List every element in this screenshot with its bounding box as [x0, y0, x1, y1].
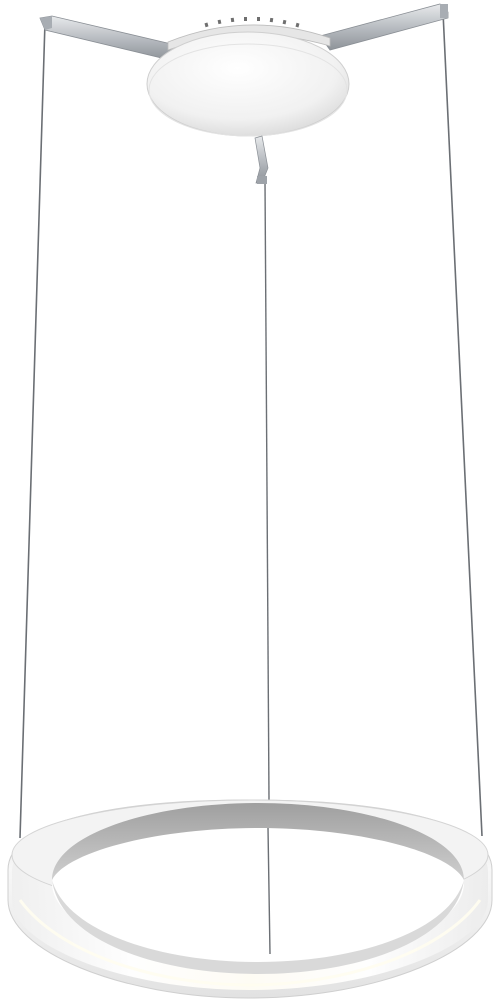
center-hook: [254, 135, 269, 184]
right-support-arm: [319, 3, 449, 51]
left-support-arm: [39, 15, 181, 61]
cable-right: [442, 11, 483, 837]
ceiling-canopy: [146, 31, 350, 137]
ring-luminaire: [7, 799, 493, 999]
product-photo: [0, 0, 498, 1000]
pendant-light-illustration: [7, 3, 493, 999]
cable-left: [19, 21, 46, 839]
